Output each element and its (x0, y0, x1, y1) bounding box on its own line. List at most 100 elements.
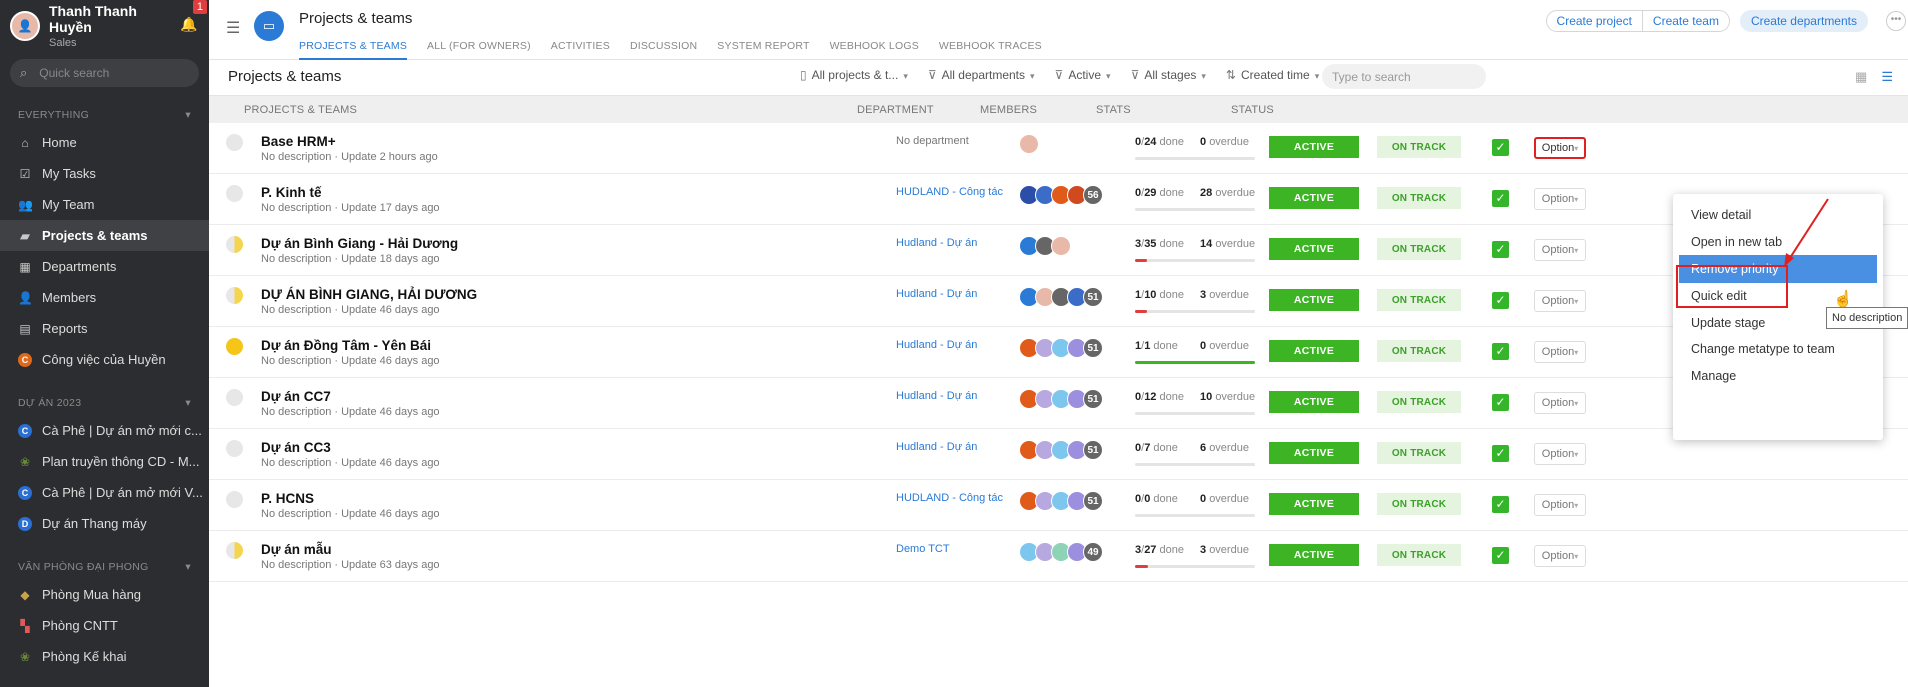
status-badge[interactable]: ACTIVE (1269, 442, 1359, 464)
department-link[interactable]: HUDLAND - Công tác nội (896, 186, 1006, 198)
department-link[interactable]: Hudland - Dự án (896, 237, 1006, 249)
project-name[interactable]: Dự án Bình Giang - Hải Dương (261, 236, 458, 251)
checkbox-icon[interactable]: ✓ (1492, 547, 1509, 564)
tab-activities[interactable]: ACTIVITIES (551, 40, 610, 60)
project-name[interactable]: Base HRM+ (261, 134, 336, 149)
track-badge[interactable]: ON TRACK (1377, 289, 1461, 311)
department-link[interactable]: Demo TCT (896, 543, 1006, 555)
project-name[interactable]: Dự án mẫu (261, 542, 332, 557)
filter-2[interactable]: ⊽ Active ▾ (1055, 68, 1111, 82)
list-view-icon[interactable]: ☰ (1881, 69, 1893, 85)
priority-icon[interactable] (226, 134, 243, 151)
grid-view-icon[interactable]: ▦ (1855, 69, 1867, 85)
table-row[interactable]: P. HCNS No description · Update 46 days a… (209, 480, 1908, 531)
sidebar-item-my-team[interactable]: 👥 My Team (0, 189, 209, 220)
member-avatars[interactable]: 51 (1019, 440, 1103, 460)
priority-icon[interactable] (226, 185, 243, 202)
menu-item-change-metatype-to-team[interactable]: Change metatype to team (1673, 336, 1883, 363)
member-avatars[interactable] (1019, 134, 1039, 154)
sidebar-project-item[interactable]: D Dự án Thang máy (0, 508, 209, 539)
priority-icon[interactable] (226, 491, 243, 508)
option-button[interactable]: Option ▾ (1534, 545, 1586, 567)
sidebar-item-reports[interactable]: ▤ Reports (0, 313, 209, 344)
tab-projects-teams[interactable]: PROJECTS & TEAMS (299, 40, 408, 60)
caret-down-icon[interactable]: ▾ (185, 397, 191, 409)
menu-item-view-detail[interactable]: View detail (1673, 202, 1883, 229)
status-badge[interactable]: ACTIVE (1269, 238, 1359, 260)
table-row[interactable]: Dự án CC3 No description · Update 46 days… (209, 429, 1908, 480)
status-badge[interactable]: ACTIVE (1269, 136, 1359, 158)
checkbox-icon[interactable]: ✓ (1492, 292, 1509, 309)
member-avatars[interactable] (1019, 236, 1071, 256)
member-avatars[interactable]: 51 (1019, 338, 1103, 358)
section-everything[interactable]: EVERYTHING ▾ (0, 109, 209, 121)
tab-system-report[interactable]: SYSTEM REPORT (717, 40, 809, 60)
section-du-an[interactable]: DỰ ÁN 2023 ▾ (0, 397, 209, 409)
create-team-button[interactable]: Create team (1642, 10, 1730, 32)
table-row[interactable]: Dự án mẫu No description · Update 63 days… (209, 531, 1908, 582)
sidebar-item-my-tasks[interactable]: ☑ My Tasks (0, 158, 209, 189)
checkbox-icon[interactable]: ✓ (1492, 445, 1509, 462)
section-van-phong[interactable]: VĂN PHÒNG ĐẠI PHONG ▾ (0, 561, 209, 573)
status-badge[interactable]: ACTIVE (1269, 493, 1359, 515)
status-badge[interactable]: ACTIVE (1269, 289, 1359, 311)
sidebar-item-c-ng-vi-c-c-a-huy-n[interactable]: C Công việc của Huyền (0, 344, 209, 375)
track-badge[interactable]: ON TRACK (1377, 544, 1461, 566)
option-button[interactable]: Option ▾ (1534, 494, 1586, 516)
checkbox-icon[interactable]: ✓ (1492, 139, 1509, 156)
option-button[interactable]: Option ▾ (1534, 290, 1586, 312)
checkbox-icon[interactable]: ✓ (1492, 241, 1509, 258)
track-badge[interactable]: ON TRACK (1377, 136, 1461, 158)
filter-0[interactable]: ▯ All projects & t... ▾ (800, 68, 908, 82)
priority-icon[interactable] (226, 236, 243, 253)
department-link[interactable]: Hudland - Dự án (896, 390, 1006, 402)
option-button[interactable]: Option ▾ (1534, 188, 1586, 210)
status-badge[interactable]: ACTIVE (1269, 391, 1359, 413)
filter-4[interactable]: ⇅ Created time ▾ (1226, 68, 1319, 82)
track-badge[interactable]: ON TRACK (1377, 391, 1461, 413)
sidebar-item-departments[interactable]: ▦ Departments (0, 251, 209, 282)
track-badge[interactable]: ON TRACK (1377, 493, 1461, 515)
more-options-icon[interactable]: ••• (1886, 11, 1906, 31)
track-badge[interactable]: ON TRACK (1377, 340, 1461, 362)
sidebar-item-home[interactable]: ⌂ Home (0, 127, 209, 158)
option-button[interactable]: Option ▾ (1534, 443, 1586, 465)
sidebar-office-item[interactable]: ◆ Phòng Mua hàng (0, 579, 209, 610)
option-button[interactable]: Option ▾ (1534, 392, 1586, 414)
track-badge[interactable]: ON TRACK (1377, 442, 1461, 464)
tab-webhook-logs[interactable]: WEBHOOK LOGS (830, 40, 919, 60)
member-avatars[interactable]: 51 (1019, 287, 1103, 307)
checkbox-icon[interactable]: ✓ (1492, 190, 1509, 207)
project-name[interactable]: P. HCNS (261, 491, 314, 506)
menu-item-open-in-new-tab[interactable]: Open in new tab (1673, 229, 1883, 256)
table-row[interactable]: Dự án Đồng Tâm - Yên Bái No description ·… (209, 327, 1908, 378)
checkbox-icon[interactable]: ✓ (1492, 496, 1509, 513)
department-link[interactable]: Hudland - Dự án (896, 441, 1006, 453)
tab-all-for-owners-[interactable]: ALL (FOR OWNERS) (427, 40, 531, 60)
caret-down-icon[interactable]: ▾ (185, 561, 191, 573)
table-row[interactable]: Base HRM+ No description · Update 2 hours… (209, 123, 1908, 174)
priority-icon[interactable] (226, 440, 243, 457)
status-badge[interactable]: ACTIVE (1269, 340, 1359, 362)
caret-down-icon[interactable]: ▾ (185, 109, 191, 121)
department-link[interactable]: Hudland - Dự án (896, 288, 1006, 300)
sidebar-office-item[interactable]: ▚ Phòng CNTT (0, 610, 209, 641)
track-badge[interactable]: ON TRACK (1377, 187, 1461, 209)
priority-icon[interactable] (226, 389, 243, 406)
table-search-input[interactable]: Type to search (1322, 64, 1486, 89)
checkbox-icon[interactable]: ✓ (1492, 343, 1509, 360)
create-departments-button[interactable]: Create departments (1739, 10, 1868, 32)
project-name[interactable]: Dự án Đồng Tâm - Yên Bái (261, 338, 431, 353)
table-row[interactable]: P. Kinh tế No description · Update 17 day… (209, 174, 1908, 225)
hamburger-menu-icon[interactable]: ☰ (226, 18, 240, 38)
table-row[interactable]: Dự án CC7 No description · Update 46 days… (209, 378, 1908, 429)
create-project-button[interactable]: Create project (1545, 10, 1643, 32)
status-badge[interactable]: ACTIVE (1269, 544, 1359, 566)
checkbox-icon[interactable]: ✓ (1492, 394, 1509, 411)
sidebar-office-item[interactable]: ❀ Phòng Kế khai (0, 641, 209, 672)
priority-icon[interactable] (226, 338, 243, 355)
table-row[interactable]: Dự án Bình Giang - Hải Dương No descripti… (209, 225, 1908, 276)
user-profile[interactable]: 👤 Thanh Thanh Huyền Sales 🔔 1 (0, 0, 209, 52)
member-avatars[interactable]: 56 (1019, 185, 1103, 205)
bell-icon[interactable]: 🔔 1 (179, 0, 207, 36)
